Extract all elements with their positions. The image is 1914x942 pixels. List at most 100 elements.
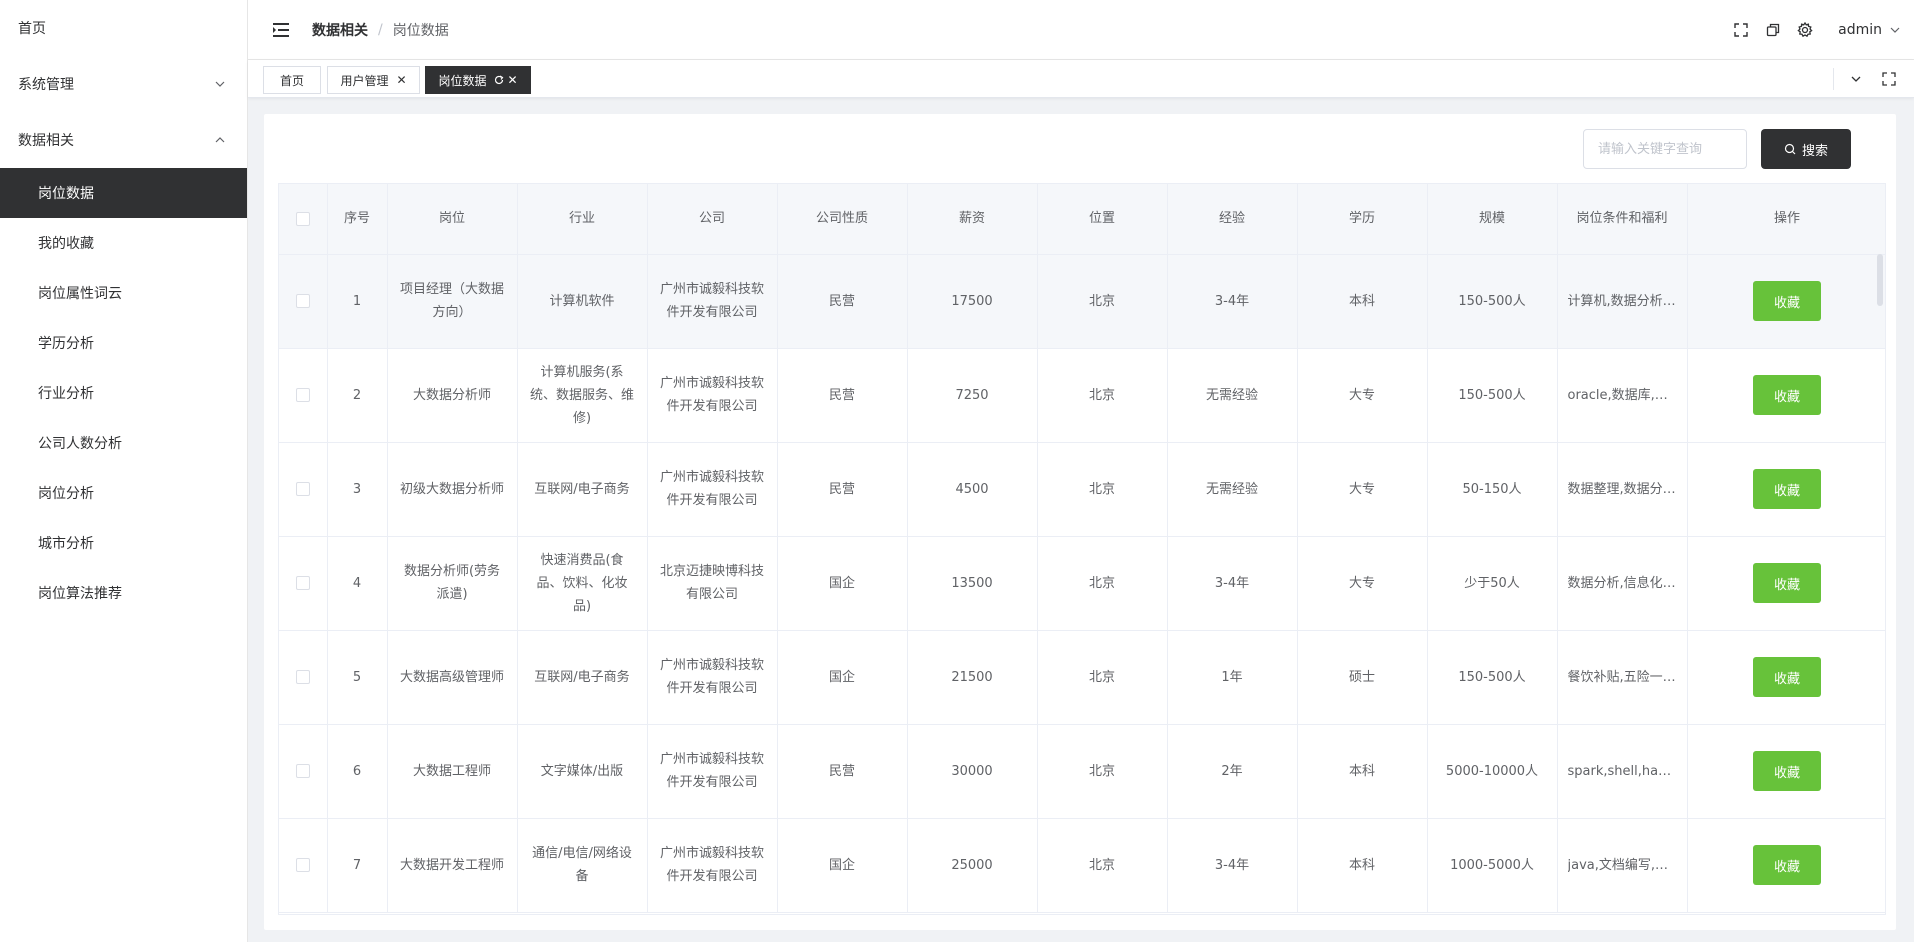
cell-salary: 21500 bbox=[907, 630, 1038, 725]
tab-job-data[interactable]: 岗位数据 ✕ bbox=[425, 66, 531, 94]
sidebar-item-label: 公司人数分析 bbox=[38, 436, 122, 452]
row-select-cell[interactable] bbox=[279, 536, 328, 631]
table-row[interactable]: 6 大数据工程师 文字媒体/出版 广州市诚毅科技软件开发有限公司 民营 30000 北京 2年… bbox=[279, 724, 1885, 819]
sidebar-item-city-analysis[interactable]: 城市分析 bbox=[0, 518, 247, 568]
chevron-down-icon bbox=[215, 81, 225, 87]
cell-benefits: java,文档编写,大数据 bbox=[1557, 818, 1688, 913]
table-row[interactable]: 1 项目经理（大数据方向） 计算机软件 广州市诚毅科技软件开发有限公司 民营 17500 北… bbox=[279, 254, 1885, 349]
maximize-icon[interactable] bbox=[1882, 72, 1896, 86]
breadcrumb-parent[interactable]: 数据相关 bbox=[312, 20, 368, 40]
cell-benefits-text: spark,shell,hadoop bbox=[1567, 763, 1677, 779]
sidebar-item-label: 学历分析 bbox=[38, 336, 94, 352]
sidebar-group-system[interactable]: 系统管理 bbox=[0, 56, 247, 112]
cell-salary: 7250 bbox=[907, 348, 1038, 443]
sidebar-item-home[interactable]: 首页 bbox=[0, 0, 247, 56]
fullscreen-icon[interactable] bbox=[1732, 21, 1750, 39]
sidebar-item-position-analysis[interactable]: 岗位分析 bbox=[0, 468, 247, 518]
chevron-up-icon bbox=[215, 137, 225, 143]
cell-action: 收藏 bbox=[1687, 254, 1885, 349]
user-menu[interactable]: admin bbox=[1838, 22, 1900, 38]
table-row[interactable]: 5 大数据高级管理师 互联网/电子商务 广州市诚毅科技软件开发有限公司 国企 21500 北… bbox=[279, 630, 1885, 725]
close-icon[interactable]: ✕ bbox=[396, 74, 406, 86]
sidebar-item-education-analysis[interactable]: 学历分析 bbox=[0, 318, 247, 368]
cell-benefits: 计算机,数据分析,项目管理 bbox=[1557, 254, 1688, 349]
cell-nature: 民营 bbox=[777, 348, 908, 443]
sidebar-item-job-data[interactable]: 岗位数据 bbox=[0, 168, 247, 218]
checkbox[interactable] bbox=[295, 670, 310, 684]
cell-education: 大专 bbox=[1297, 536, 1428, 631]
favorite-button[interactable]: 收藏 bbox=[1753, 281, 1821, 321]
checkbox[interactable] bbox=[295, 482, 310, 496]
checkbox[interactable] bbox=[295, 858, 310, 872]
cell-nature: 国企 bbox=[777, 536, 908, 631]
cell-benefits: 数据整理,数据分析,报表 bbox=[1557, 442, 1688, 537]
checkbox[interactable] bbox=[295, 294, 310, 308]
search-button[interactable]: 搜索 bbox=[1761, 129, 1851, 169]
cell-scale: 150-500人 bbox=[1427, 630, 1558, 725]
table-row[interactable]: 7 大数据开发工程师 通信/电信/网络设备 广州市诚毅科技软件开发有限公司 国企 2500… bbox=[279, 818, 1885, 913]
sidebar-item-label: 首页 bbox=[18, 21, 46, 37]
column-header: 岗位 bbox=[387, 184, 518, 255]
cell-education: 大专 bbox=[1297, 348, 1428, 443]
checkbox[interactable] bbox=[295, 388, 310, 402]
tab-home[interactable]: 首页 bbox=[263, 66, 321, 94]
close-icon[interactable]: ✕ bbox=[507, 74, 517, 86]
cell-position: 大数据分析师 bbox=[387, 348, 518, 443]
search-input[interactable] bbox=[1583, 129, 1747, 169]
cell-position: 大数据开发工程师 bbox=[387, 818, 518, 913]
sidebar-item-industry-analysis[interactable]: 行业分析 bbox=[0, 368, 247, 418]
favorite-button[interactable]: 收藏 bbox=[1753, 469, 1821, 509]
checkbox[interactable] bbox=[295, 211, 310, 226]
cell-experience: 无需经验 bbox=[1167, 442, 1298, 537]
top-header: 数据相关 / 岗位数据 admin bbox=[248, 0, 1914, 60]
row-select-cell[interactable] bbox=[279, 818, 328, 913]
refresh-icon[interactable] bbox=[494, 75, 504, 85]
cell-company: 广州市诚毅科技软件开发有限公司 bbox=[647, 724, 778, 819]
cell-education: 本科 bbox=[1297, 254, 1428, 349]
table-body: 1 项目经理（大数据方向） 计算机软件 广州市诚毅科技软件开发有限公司 民营 17500 北… bbox=[279, 254, 1885, 913]
sidebar-item-favorites[interactable]: 我的收藏 bbox=[0, 218, 247, 268]
gear-icon[interactable] bbox=[1796, 21, 1814, 39]
chevron-down-icon[interactable] bbox=[1850, 73, 1862, 85]
cell-location: 北京 bbox=[1037, 536, 1168, 631]
column-header: 经验 bbox=[1167, 184, 1298, 255]
table-row[interactable]: 3 初级大数据分析师 互联网/电子商务 广州市诚毅科技软件开发有限公司 民营 4500 北京… bbox=[279, 442, 1885, 537]
tab-user-management[interactable]: 用户管理 ✕ bbox=[327, 66, 420, 94]
row-select-cell[interactable] bbox=[279, 442, 328, 537]
cell-salary: 4500 bbox=[907, 442, 1038, 537]
tabs-bar: 首页 用户管理 ✕ 岗位数据 ✕ bbox=[248, 60, 1914, 98]
copy-icon[interactable] bbox=[1764, 21, 1782, 39]
cell-location: 北京 bbox=[1037, 724, 1168, 819]
favorite-button[interactable]: 收藏 bbox=[1753, 563, 1821, 603]
table-row[interactable]: 2 大数据分析师 计算机服务(系统、数据服务、维修) 广州市诚毅科技软件开发有限公司民… bbox=[279, 348, 1885, 443]
scrollbar[interactable] bbox=[1877, 254, 1883, 306]
search-button-label: 搜索 bbox=[1801, 143, 1828, 159]
sidebar-item-company-size-analysis[interactable]: 公司人数分析 bbox=[0, 418, 247, 468]
favorite-button[interactable]: 收藏 bbox=[1753, 845, 1821, 885]
sidebar-submenu: 岗位数据 我的收藏 岗位属性词云 学历分析 行业分析 公司人数分析 岗位分析 城… bbox=[0, 168, 247, 618]
row-select-cell[interactable] bbox=[279, 254, 328, 349]
favorite-button[interactable]: 收藏 bbox=[1753, 657, 1821, 697]
sidebar-item-wordcloud[interactable]: 岗位属性词云 bbox=[0, 268, 247, 318]
checkbox[interactable] bbox=[295, 764, 310, 778]
cell-scale: 少于50人 bbox=[1427, 536, 1558, 631]
favorite-button[interactable]: 收藏 bbox=[1753, 751, 1821, 791]
cell-benefits-text: 计算机,数据分析,项目管理 bbox=[1567, 293, 1677, 309]
row-select-cell[interactable] bbox=[279, 724, 328, 819]
sidebar-item-recommendation[interactable]: 岗位算法推荐 bbox=[0, 568, 247, 618]
favorite-button[interactable]: 收藏 bbox=[1753, 375, 1821, 415]
header-select-all[interactable] bbox=[279, 184, 328, 255]
row-select-cell[interactable] bbox=[279, 348, 328, 443]
sidebar-group-data[interactable]: 数据相关 bbox=[0, 112, 247, 168]
cell-salary: 13500 bbox=[907, 536, 1038, 631]
row-select-cell[interactable] bbox=[279, 630, 328, 725]
cell-benefits-text: oracle,数据库,大数据 bbox=[1567, 387, 1677, 403]
cell-scale: 5000-10000人 bbox=[1427, 724, 1558, 819]
sidebar-item-label: 行业分析 bbox=[38, 386, 94, 402]
checkbox[interactable] bbox=[295, 576, 310, 590]
cell-company: 广州市诚毅科技软件开发有限公司 bbox=[647, 630, 778, 725]
cell-index: 7 bbox=[327, 818, 388, 913]
menu-toggle-icon[interactable] bbox=[270, 18, 294, 42]
table-row[interactable]: 4 数据分析师(劳务派遣) 快速消费品(食品、饮料、化妆品) 北京迈捷映博科技有限公司… bbox=[279, 536, 1885, 631]
cell-company: 北京迈捷映博科技有限公司 bbox=[647, 536, 778, 631]
